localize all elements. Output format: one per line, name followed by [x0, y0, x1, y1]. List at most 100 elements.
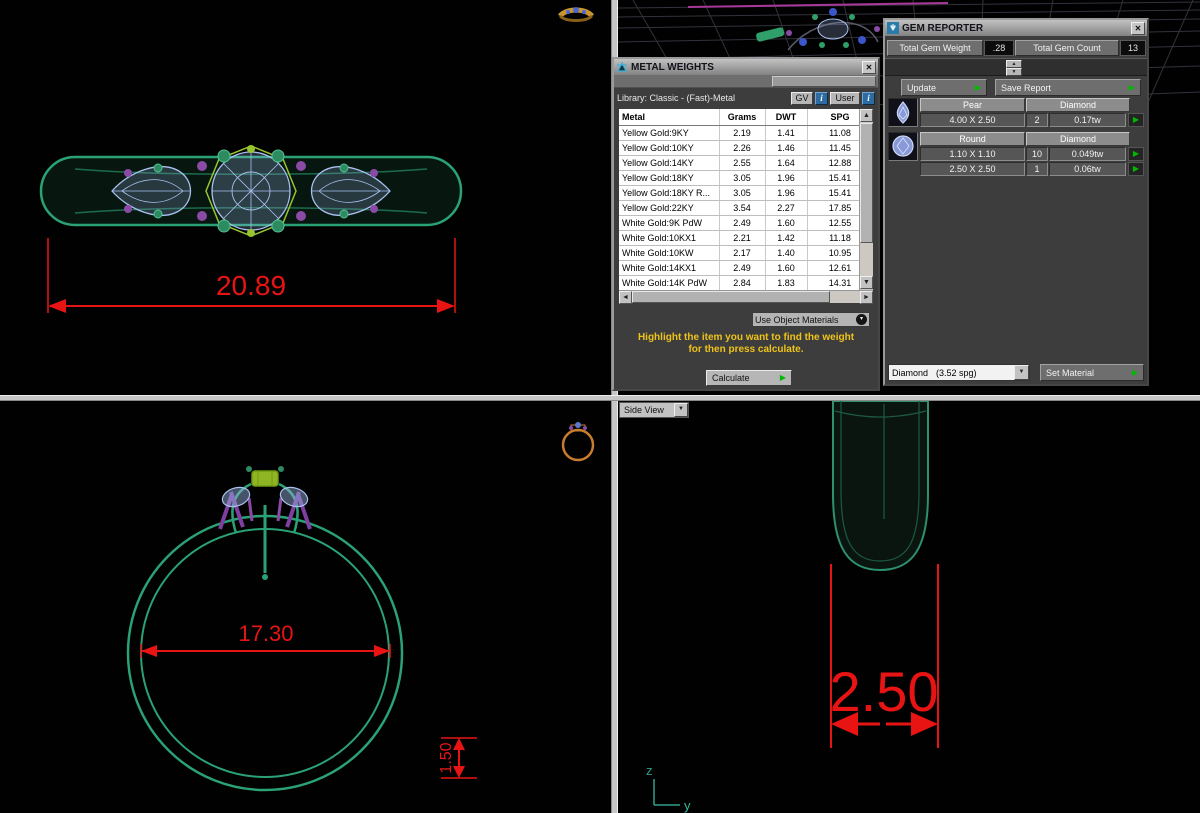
gem-shape-cell[interactable]: Round [920, 132, 1025, 146]
set-material-label: Set Material [1046, 367, 1095, 378]
gem-size-cell: 2.50 X 2.50 [920, 162, 1025, 176]
viewport-top-view[interactable]: 20.89 [0, 0, 612, 395]
update-button[interactable]: Update ▶ [901, 79, 987, 96]
cell-grams: 2.17 [719, 245, 766, 261]
total-gem-weight-value: .28 [984, 40, 1014, 56]
scroll-left-icon[interactable]: ◄ [619, 291, 632, 304]
dimension-label-top-width: 20.89 [216, 270, 286, 301]
cell-grams: 2.19 [719, 125, 766, 141]
save-report-button[interactable]: Save Report ▶ [995, 79, 1141, 96]
horizontal-scrollbar[interactable]: ◄ ► [619, 290, 873, 304]
gem-count-cell: 10 [1026, 147, 1048, 161]
gem-count-cell: 2 [1026, 113, 1048, 127]
viewport-side-view[interactable]: 2.50 z y [618, 401, 1200, 813]
play-icon: ▶ [1128, 82, 1135, 92]
dimension-label-front-diameter: 17.30 [238, 621, 293, 646]
spinner-down-icon[interactable]: ▼ [1006, 68, 1022, 76]
spinner-up-icon[interactable]: ▲ [1006, 60, 1022, 68]
metal-table-header: Metal Grams DWT SPG [619, 109, 873, 126]
scroll-down-icon[interactable]: ▼ [860, 276, 873, 289]
play-icon: ▶ [779, 373, 786, 382]
chevron-down-icon[interactable]: ▼ [674, 403, 688, 417]
hscroll-thumb[interactable] [632, 291, 830, 303]
select-gems-button[interactable]: ▶ [1128, 147, 1144, 161]
metal-row[interactable]: Yellow Gold:18KY R... 3.05 1.96 15.41 [619, 185, 873, 201]
metal-row[interactable]: Yellow Gold:18KY 3.05 1.96 15.41 [619, 170, 873, 186]
total-gem-count-value: 13 [1120, 40, 1146, 56]
cell-metal: White Gold:10KX1 [619, 230, 720, 246]
calculate-button[interactable]: Calculate ▶ [706, 370, 792, 386]
gem-weight-cell: 0.06tw [1049, 162, 1126, 176]
materials-dropdown-label: Use Object Materials [755, 314, 839, 325]
gv-button[interactable]: GV [791, 91, 813, 105]
cell-grams: 3.54 [719, 200, 766, 216]
gem-reporter-titlebar[interactable]: GEM REPORTER ✕ [885, 20, 1147, 36]
cell-metal: Yellow Gold:18KY R... [619, 185, 720, 201]
user-info-button[interactable]: i [862, 91, 875, 105]
metal-weights-titlebar[interactable]: METAL WEIGHTS ✕ [614, 59, 878, 75]
cell-grams: 2.55 [719, 155, 766, 171]
material-dropdown[interactable]: Diamond (3.52 spg) ▼ [888, 364, 1030, 381]
metal-row[interactable]: Yellow Gold:14KY 2.55 1.64 12.88 [619, 155, 873, 171]
cell-dwt: 1.96 [765, 185, 808, 201]
vertical-scrollbar[interactable]: ▲ ▼ [859, 109, 873, 290]
scroll-right-icon[interactable]: ► [860, 291, 873, 304]
select-gems-button[interactable]: ▶ [1128, 113, 1144, 127]
material-dropdown-spg: (3.52 spg) [936, 367, 977, 378]
chevron-down-icon[interactable]: ▼ [1014, 365, 1029, 380]
axis-z-label: z [646, 763, 653, 778]
metal-row[interactable]: White Gold:14KX1 2.49 1.60 12.61 [619, 260, 873, 276]
col-dwt: DWT [765, 109, 808, 126]
cell-dwt: 1.96 [765, 170, 808, 186]
col-metal: Metal [619, 109, 720, 126]
scroll-up-icon[interactable]: ▲ [860, 109, 873, 122]
cell-dwt: 1.64 [765, 155, 808, 171]
gem-material-cell[interactable]: Diamond [1026, 98, 1130, 112]
size-spinner: ▲ ▼ [885, 58, 1147, 76]
gv-info-button[interactable]: i [815, 91, 828, 105]
close-icon[interactable]: ✕ [1131, 21, 1145, 35]
round-gem-icon [888, 132, 918, 161]
metal-row[interactable]: Yellow Gold:10KY 2.26 1.46 11.45 [619, 140, 873, 156]
gem-count-cell: 1 [1026, 162, 1048, 176]
calculate-label: Calculate [712, 373, 750, 383]
metal-table: Metal Grams DWT SPG Yellow Gold:9KY 2.19 1… [619, 109, 873, 304]
select-gems-button[interactable]: ▶ [1128, 162, 1144, 176]
cell-grams: 2.26 [719, 140, 766, 156]
metal-row[interactable]: White Gold:10KW 2.17 1.40 10.95 [619, 245, 873, 261]
set-material-button[interactable]: Set Material ▶ [1040, 364, 1144, 381]
gem-material-cell[interactable]: Diamond [1026, 132, 1130, 146]
cell-metal: White Gold:14K PdW [619, 275, 720, 290]
scroll-thumb[interactable] [860, 123, 873, 243]
cell-grams: 2.49 [719, 215, 766, 231]
calculate-hint-line2: for then press calculate. [688, 344, 804, 355]
metal-row[interactable]: White Gold:9K PdW 2.49 1.60 12.55 [619, 215, 873, 231]
metal-row[interactable]: White Gold:10KX1 2.21 1.42 11.18 [619, 230, 873, 246]
cell-metal: Yellow Gold:14KY [619, 155, 720, 171]
splitter-horizontal[interactable] [0, 395, 1200, 401]
calculate-hint: Highlight the item you want to find the … [614, 332, 878, 356]
gem-size-cell: 4.00 X 2.50 [920, 113, 1025, 127]
total-gem-count-label: Total Gem Count [1015, 40, 1119, 56]
view-selector[interactable]: Side View ▼ [619, 402, 689, 418]
cell-grams: 2.21 [719, 230, 766, 246]
chevron-down-icon[interactable]: ▾ [856, 314, 867, 325]
top-view-drawing: 20.89 [39, 145, 463, 313]
user-button[interactable]: User [830, 91, 860, 105]
library-label: Library: Classic - (Fast)-Metal [617, 93, 736, 103]
use-object-materials-dropdown[interactable]: Use Object Materials ▾ [752, 312, 870, 327]
metal-row[interactable]: White Gold:14K PdW 2.84 1.83 14.31 [619, 275, 873, 290]
cell-metal: Yellow Gold:9KY [619, 125, 720, 141]
cell-metal: White Gold:10KW [619, 245, 720, 261]
close-icon[interactable]: ✕ [862, 60, 876, 74]
cell-grams: 3.05 [719, 185, 766, 201]
metal-table-viewport: Metal Grams DWT SPG Yellow Gold:9KY 2.19 1… [619, 109, 873, 290]
viewport-front-view[interactable]: 17.30 1.50 [0, 401, 612, 813]
dimension-side-width: 2.50 [830, 564, 939, 748]
gem-shape-cell[interactable]: Pear [920, 98, 1025, 112]
metal-row[interactable]: Yellow Gold:9KY 2.19 1.41 11.08 [619, 125, 873, 141]
gem-icon [887, 22, 899, 34]
metal-row[interactable]: Yellow Gold:22KY 3.54 2.27 17.85 [619, 200, 873, 216]
rollout-bar [614, 75, 878, 88]
front-view-drawing: 17.30 1.50 [126, 466, 477, 792]
